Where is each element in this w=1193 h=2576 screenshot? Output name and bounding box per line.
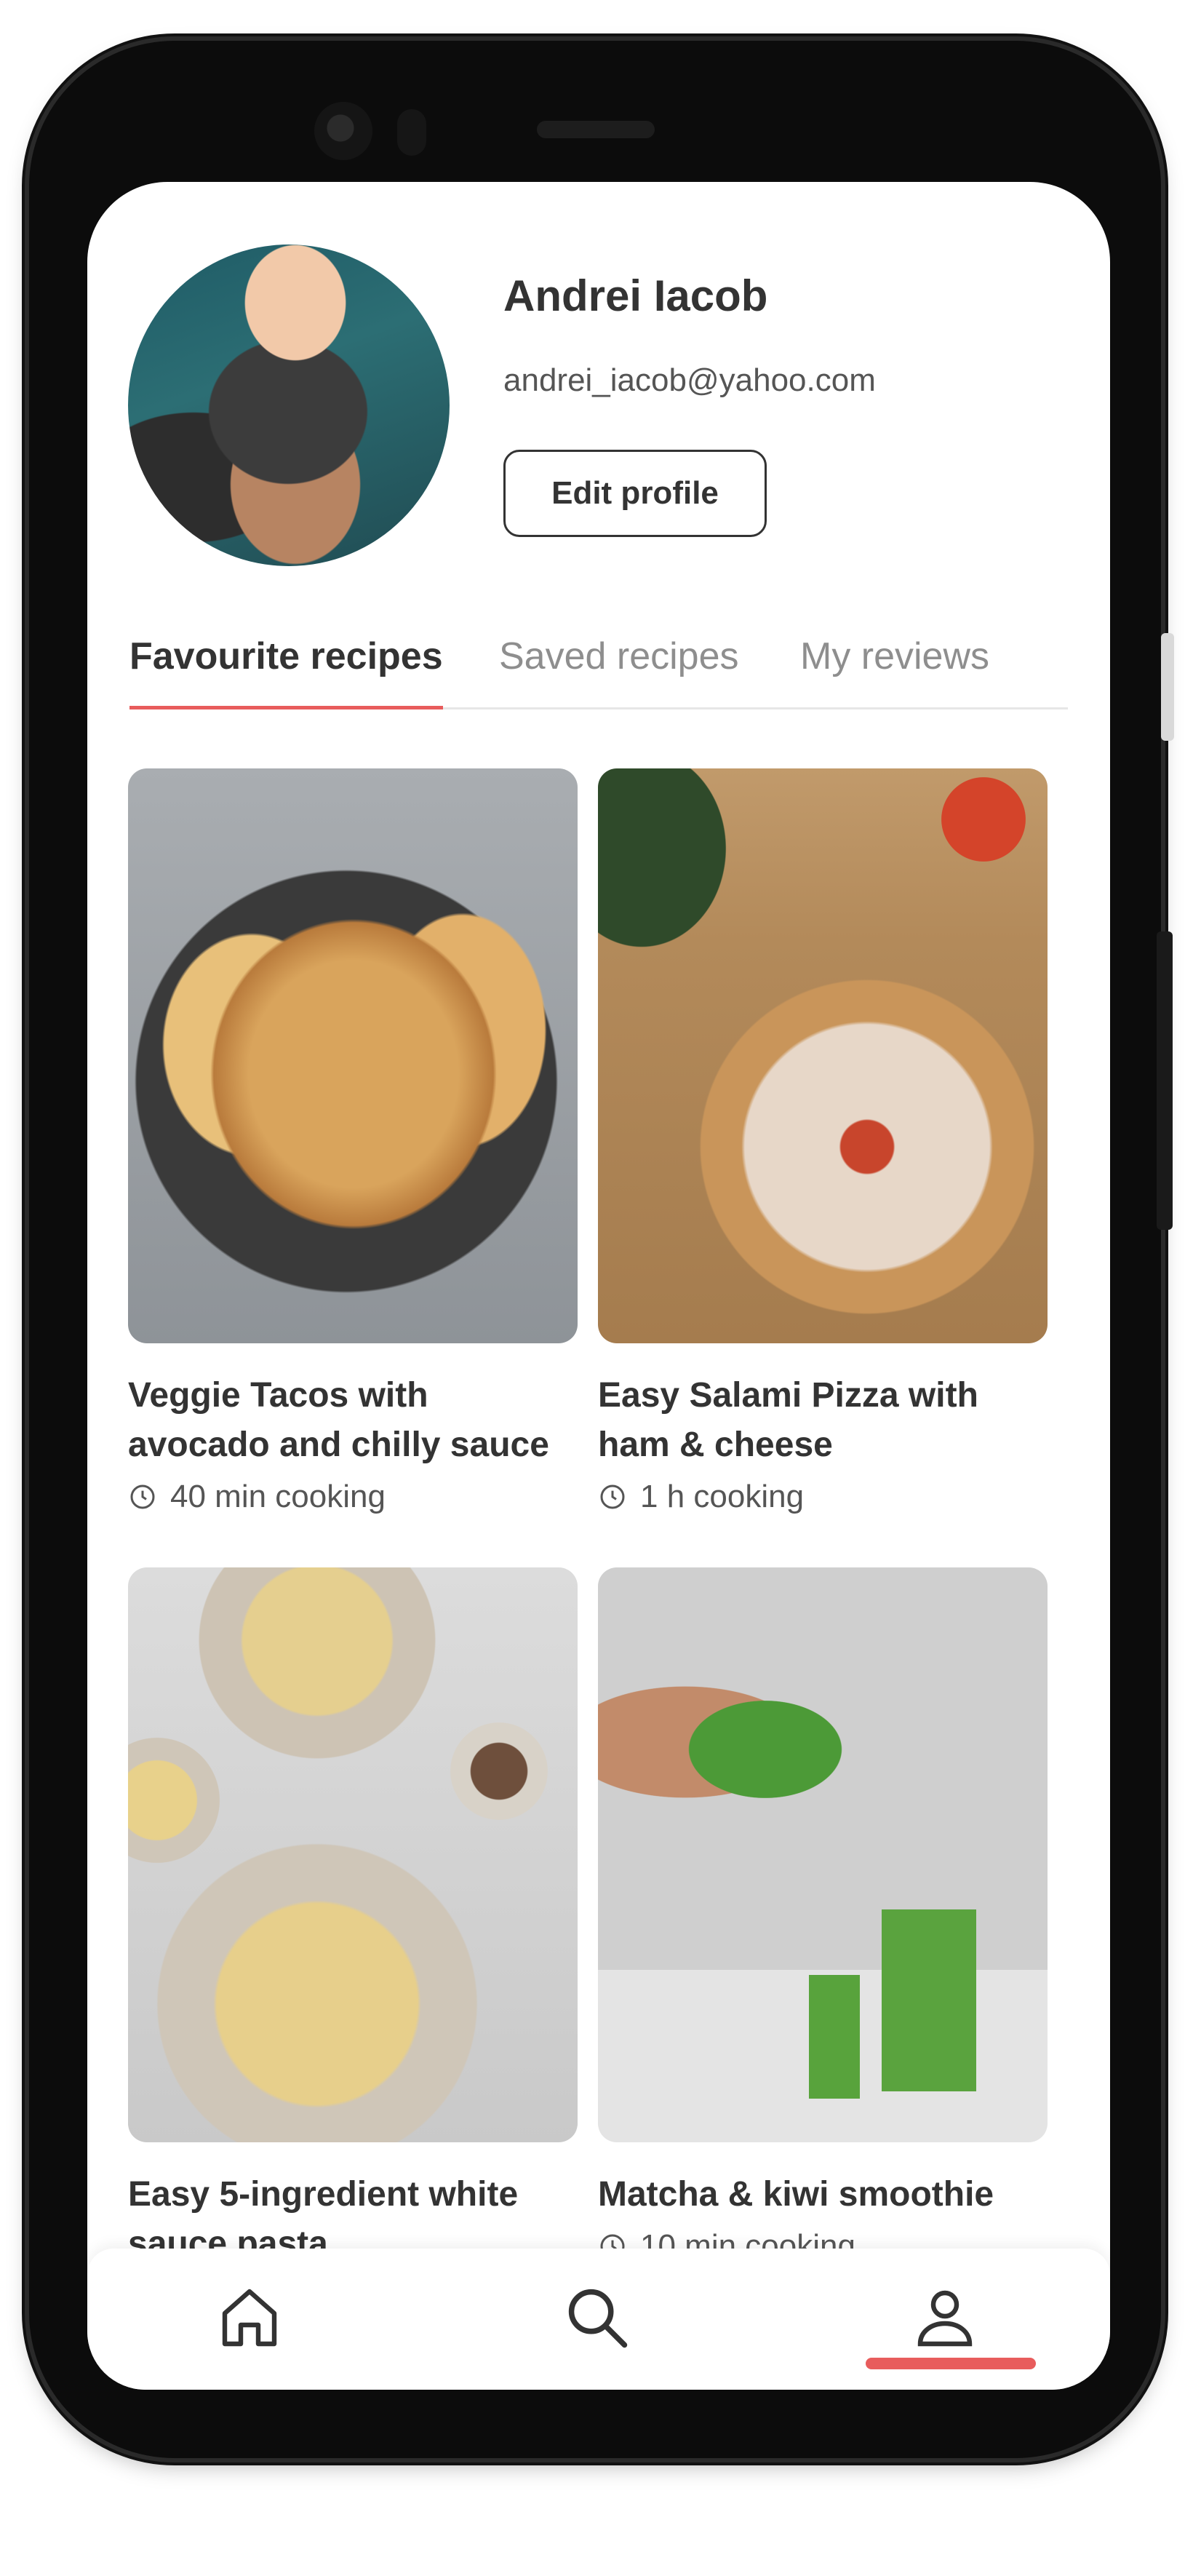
home-icon <box>222 2289 277 2347</box>
clock-icon <box>130 1484 155 1509</box>
nav-home[interactable] <box>210 2278 290 2358</box>
recipe-time: 1 h cooking <box>640 1479 805 1514</box>
recipe-tabs: Favourite recipes Saved recipes My revie… <box>129 626 1068 709</box>
recipe-card[interactable]: Easy Salami Pizza with ham & cheese 1 h … <box>598 768 1048 1515</box>
recipe-title: Veggie Tacos with avocado and chilly sau… <box>128 1376 549 1464</box>
bottom-nav <box>87 2249 1110 2390</box>
recipe-meta: 40 min cooking <box>128 1479 578 1515</box>
recipe-image <box>598 768 1048 1343</box>
recipe-title: Easy Salami Pizza with ham & cheese <box>598 1376 978 1464</box>
proximity-sensor <box>397 109 426 156</box>
nav-profile[interactable] <box>905 2278 985 2358</box>
clock-icon <box>600 1484 625 1509</box>
front-camera <box>314 102 372 160</box>
recipe-image <box>598 1567 1048 2142</box>
profile-email: andrei_iacob@yahoo.com <box>503 362 876 398</box>
app-screen: Andrei Iacob andrei_iacob@yahoo.com Edit… <box>87 182 1110 2390</box>
profile-name: Andrei Iacob <box>503 271 768 320</box>
recipe-meta: 1 h cooking <box>598 1479 1048 1515</box>
tab-saved-recipes[interactable]: Saved recipes <box>499 626 739 707</box>
power-button <box>1157 931 1173 1230</box>
recipe-card[interactable]: Veggie Tacos with avocado and chilly sau… <box>128 768 578 1515</box>
edit-profile-button[interactable]: Edit profile <box>503 450 767 537</box>
recipe-title: Matcha & kiwi smoothie <box>598 2175 994 2214</box>
recipe-image <box>128 768 578 1343</box>
avatar <box>128 245 450 566</box>
earpiece-speaker <box>537 121 655 138</box>
recipe-card[interactable]: Matcha & kiwi smoothie 10 min cooking <box>598 1567 1048 2265</box>
user-icon <box>917 2290 973 2347</box>
active-nav-indicator <box>866 2358 1036 2369</box>
recipe-time: 40 min cooking <box>170 1479 386 1514</box>
nav-search[interactable] <box>557 2278 637 2358</box>
search-icon <box>568 2289 628 2348</box>
volume-button <box>1161 633 1174 741</box>
recipe-image <box>128 1567 578 2142</box>
tab-my-reviews[interactable]: My reviews <box>800 626 989 707</box>
tab-favourite-recipes[interactable]: Favourite recipes <box>129 626 443 709</box>
recipe-card[interactable]: Easy 5-ingredient white sauce pasta <box>128 1567 578 2269</box>
